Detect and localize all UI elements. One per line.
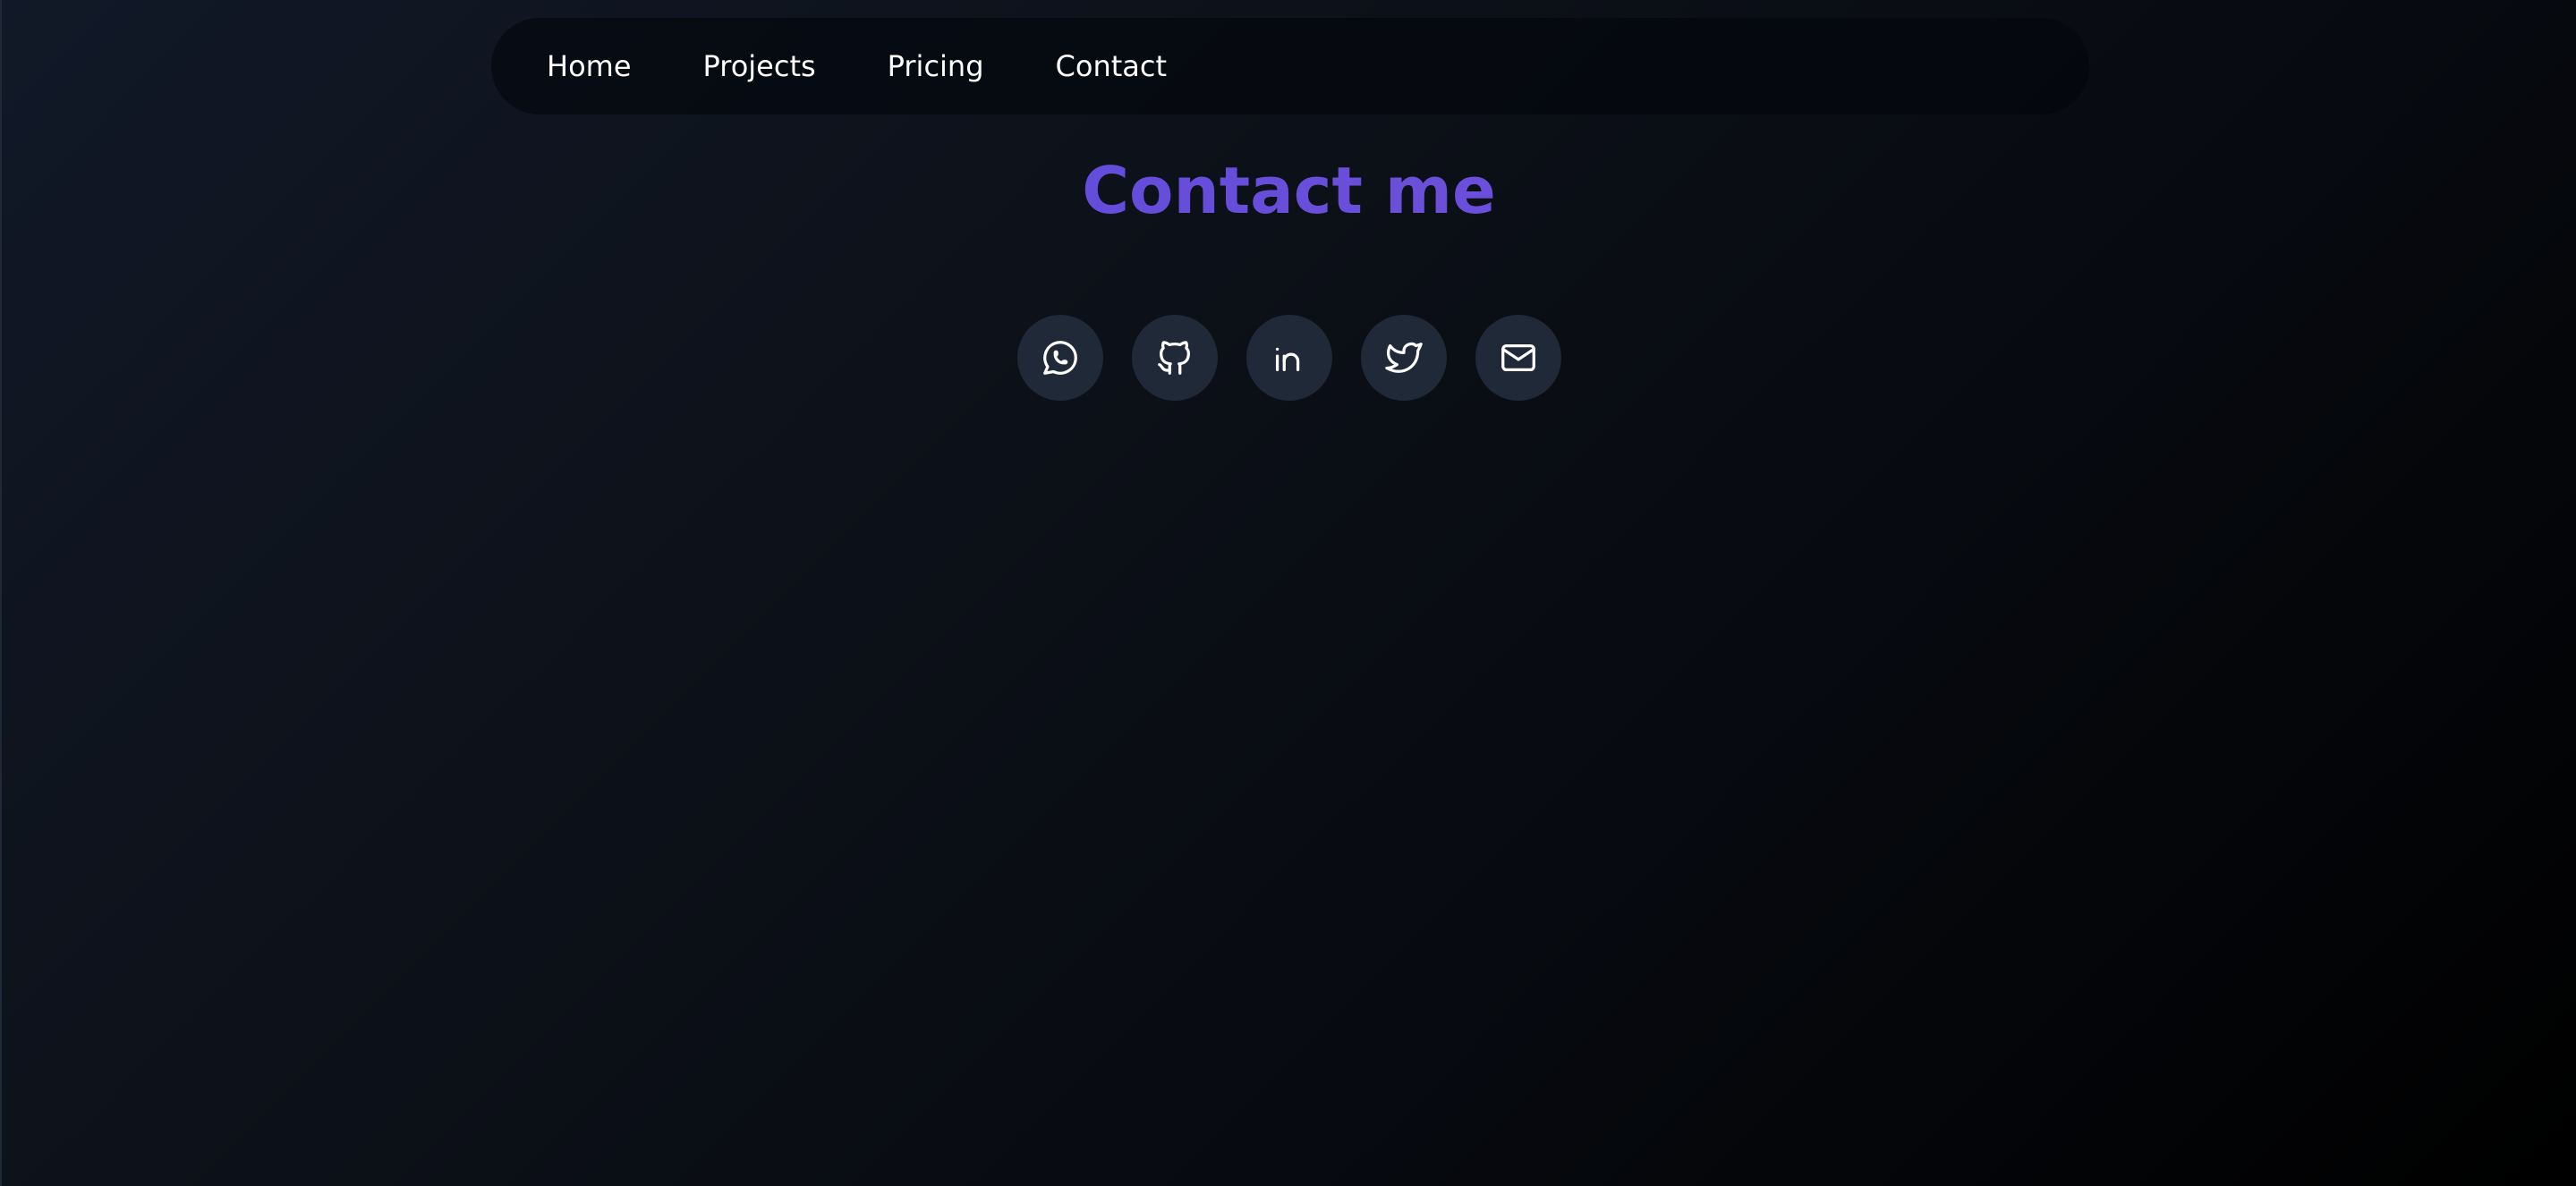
page-title: Contact me <box>2 152 2576 229</box>
nav-link-projects[interactable]: Projects <box>703 49 816 83</box>
nav-link-pricing[interactable]: Pricing <box>888 49 984 83</box>
whatsapp-button[interactable] <box>1016 315 1103 401</box>
top-navbar: Home Projects Pricing Contact <box>491 18 2089 114</box>
nav-link-contact[interactable]: Contact <box>1056 49 1168 83</box>
whatsapp-icon <box>1042 341 1077 375</box>
github-icon <box>1157 341 1190 375</box>
mail-icon <box>1501 343 1535 372</box>
mail-button[interactable] <box>1475 315 1561 401</box>
linkedin-icon <box>1275 347 1299 372</box>
nav-link-home[interactable]: Home <box>547 49 632 83</box>
twitter-button[interactable] <box>1360 315 1447 401</box>
linkedin-button[interactable] <box>1245 315 1332 401</box>
social-links <box>2 315 2576 401</box>
twitter-icon <box>1384 342 1423 373</box>
github-button[interactable] <box>1131 315 1218 401</box>
